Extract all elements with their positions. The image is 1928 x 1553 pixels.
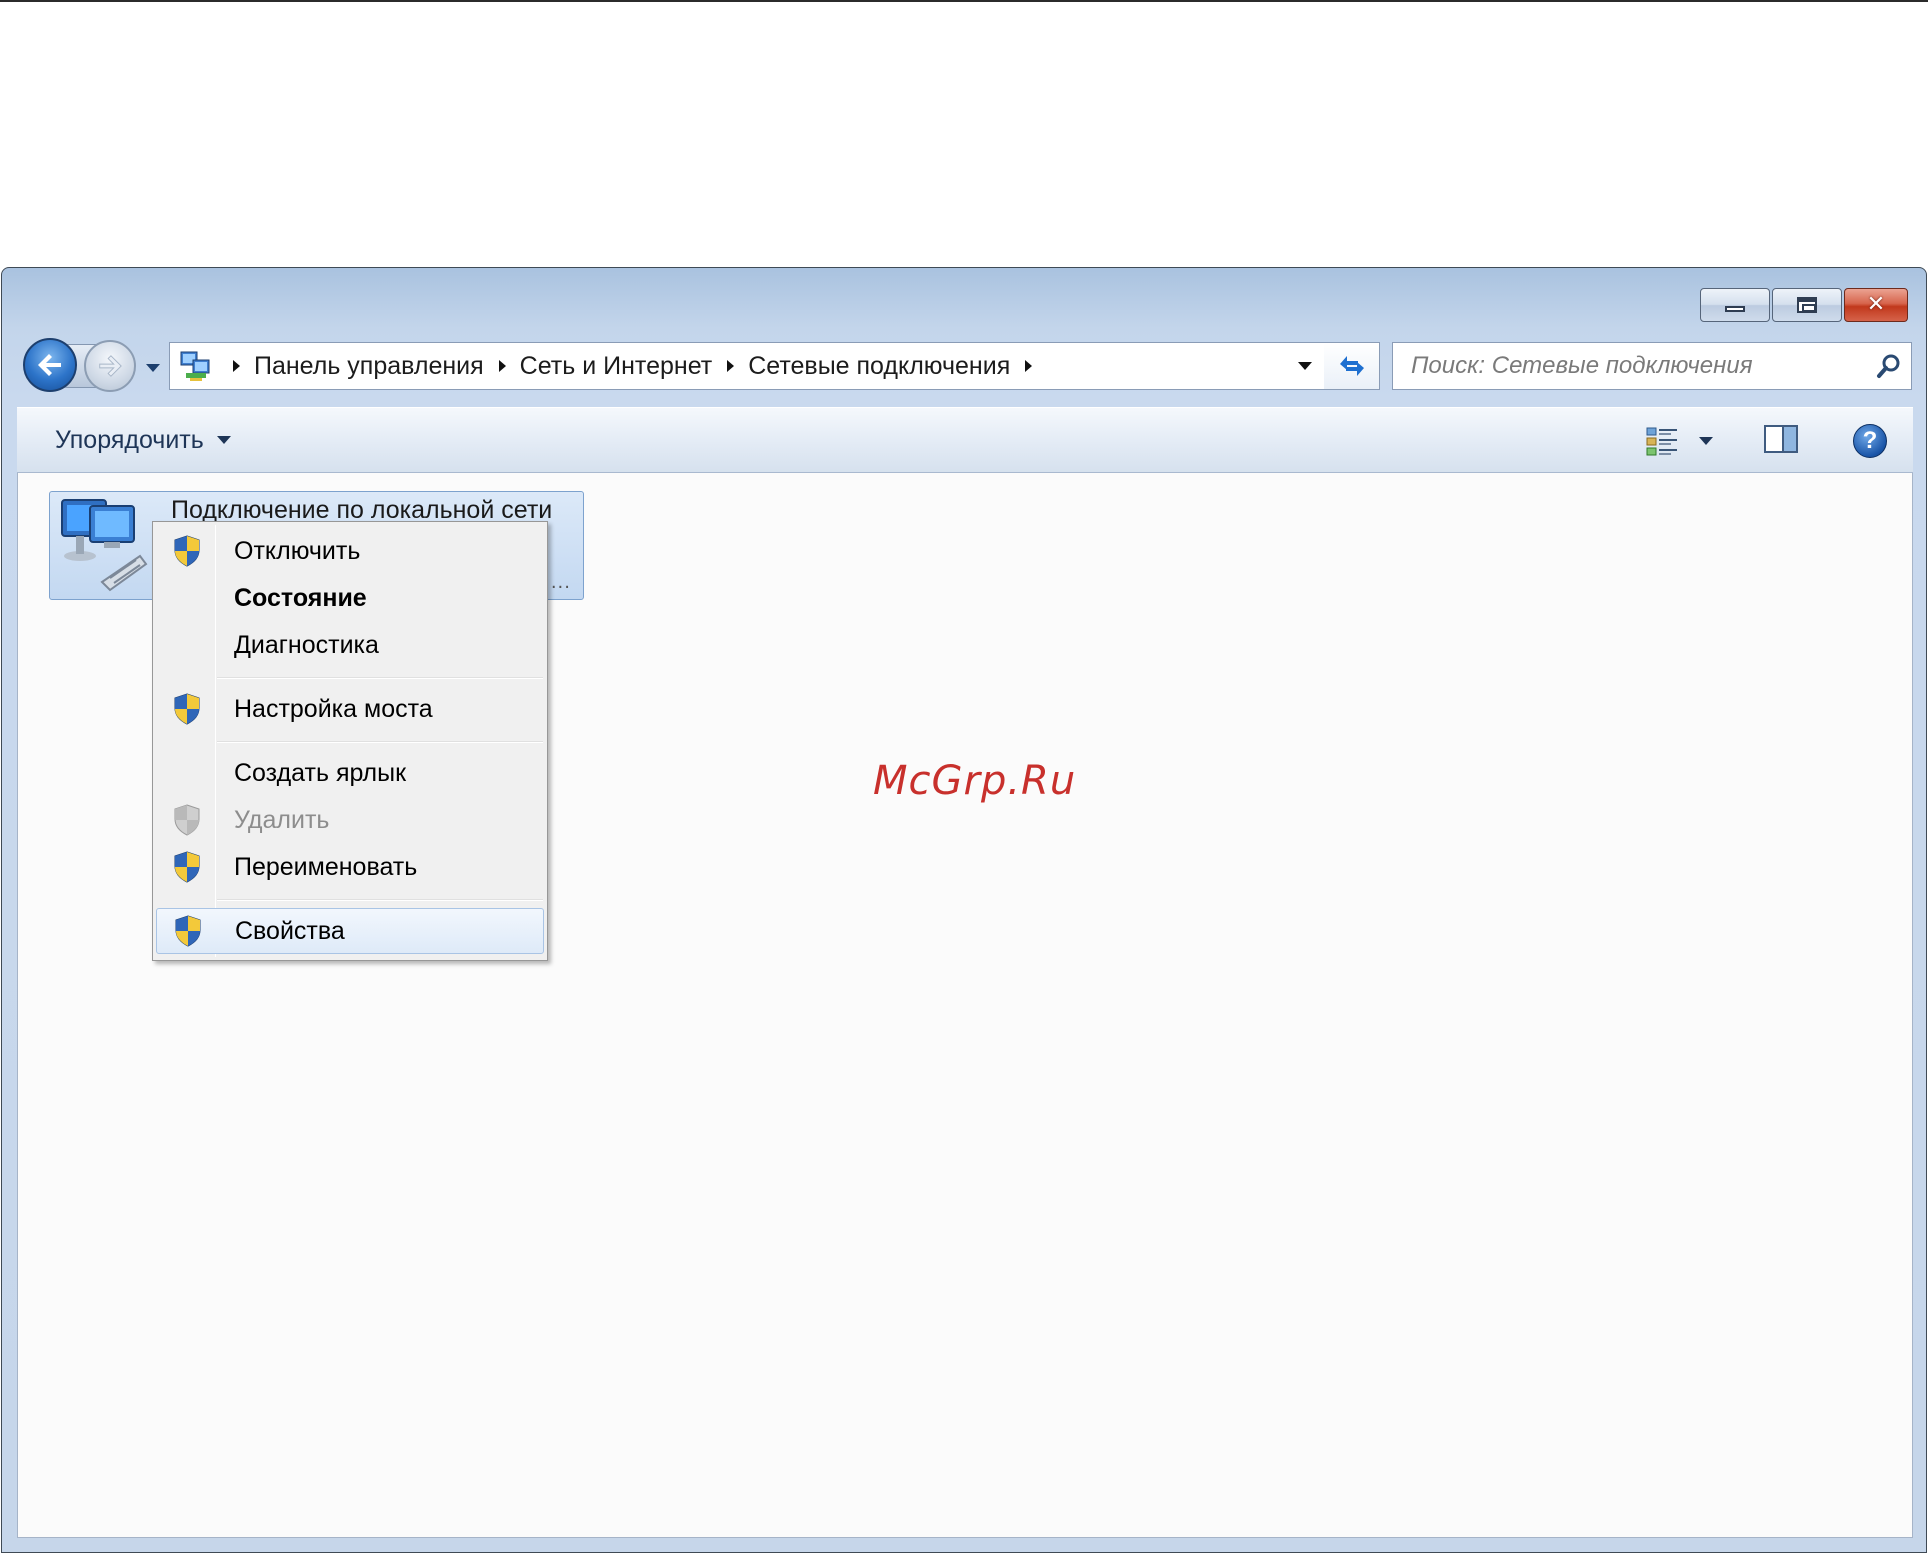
menu-icon-placeholder [162,750,212,796]
refresh-icon [1339,356,1364,376]
back-arrow-icon [38,354,61,376]
menu-icon-placeholder [162,575,212,621]
recent-pages-button[interactable] [143,358,163,378]
context-menu: Отключить Состояние Диагностика Настройк… [152,521,548,961]
menu-item-label: Диагностика [234,630,379,659]
command-bar: Упорядочить ? [17,407,1913,473]
chevron-down-icon [1699,437,1713,445]
search-icon[interactable] [1867,353,1911,379]
minimize-icon [1725,306,1745,312]
network-connections-icon [174,344,218,388]
breadcrumb: Панель управления Сеть и Интернет Сетевы… [218,352,1285,381]
menu-item-bridge[interactable]: Настройка моста [156,686,544,732]
organize-label: Упорядочить [55,425,204,454]
menu-item-label: Переименовать [234,852,418,881]
maximize-button[interactable] [1772,288,1842,322]
window-controls: ✕ [1700,288,1908,322]
search-box[interactable]: Поиск: Сетевые подключения [1392,342,1912,390]
breadcrumb-separator-icon[interactable] [1010,359,1046,373]
page-top-rule [0,0,1928,2]
address-history-dropdown[interactable] [1285,343,1325,389]
menu-icon-placeholder [162,622,212,668]
forward-button[interactable] [84,340,136,392]
menu-item-create-shortcut[interactable]: Создать ярлык [156,750,544,796]
preview-pane-button[interactable] [1764,424,1798,458]
watermark-text: McGrp.Ru [873,758,1077,804]
menu-item-rename[interactable]: Переименовать [156,844,544,890]
breadcrumb-separator-icon[interactable] [484,359,520,373]
help-icon: ? [1862,427,1878,454]
connection-details-overflow: ... [550,572,571,593]
uac-shield-icon [162,686,212,732]
menu-item-diagnose[interactable]: Диагностика [156,622,544,668]
menu-item-disable[interactable]: Отключить [156,528,544,574]
breadcrumb-separator-icon[interactable] [218,359,254,373]
menu-item-delete: Удалить [156,797,544,843]
chevron-down-icon [216,436,231,444]
uac-shield-icon [163,908,213,954]
menu-item-label: Создать ярлык [234,758,407,787]
chevron-down-icon [1298,362,1312,370]
uac-shield-icon [162,528,212,574]
refresh-button[interactable] [1324,342,1380,390]
breadcrumb-item-network-connections[interactable]: Сетевые подключения [748,352,1010,381]
close-icon: ✕ [1866,292,1886,317]
address-bar[interactable]: Панель управления Сеть и Интернет Сетевы… [169,342,1326,390]
menu-separator [217,741,543,743]
help-button[interactable]: ? [1853,424,1887,458]
details-view-icon [1646,427,1677,456]
menu-item-status[interactable]: Состояние [156,575,544,621]
menu-item-label: Удалить [234,805,330,834]
maximize-icon [1797,297,1817,313]
menu-item-properties[interactable]: Свойства [156,908,544,954]
menu-separator [217,899,543,901]
breadcrumb-item-control-panel[interactable]: Панель управления [254,352,484,381]
organize-button[interactable]: Упорядочить [55,426,232,455]
search-input[interactable]: Поиск: Сетевые подключения [1393,352,1867,380]
command-bar-right: ? [1646,408,1913,474]
minimize-button[interactable] [1700,288,1770,322]
uac-shield-icon [162,797,212,843]
close-button[interactable]: ✕ [1844,288,1908,322]
forward-arrow-icon [99,355,122,377]
menu-item-label: Отключить [234,536,361,565]
change-view-button[interactable] [1646,426,1714,456]
menu-separator [217,677,543,679]
menu-item-label: Настройка моста [234,694,433,723]
network-adapter-icon [58,494,150,594]
menu-item-label: Свойства [235,916,345,945]
menu-item-label: Состояние [234,583,367,612]
breadcrumb-separator-icon[interactable] [712,359,748,373]
uac-shield-icon [162,844,212,890]
back-button[interactable] [23,338,77,392]
preview-pane-icon [1764,425,1798,453]
breadcrumb-item-network-internet[interactable]: Сеть и Интернет [520,352,713,381]
chevron-down-icon [146,364,160,372]
